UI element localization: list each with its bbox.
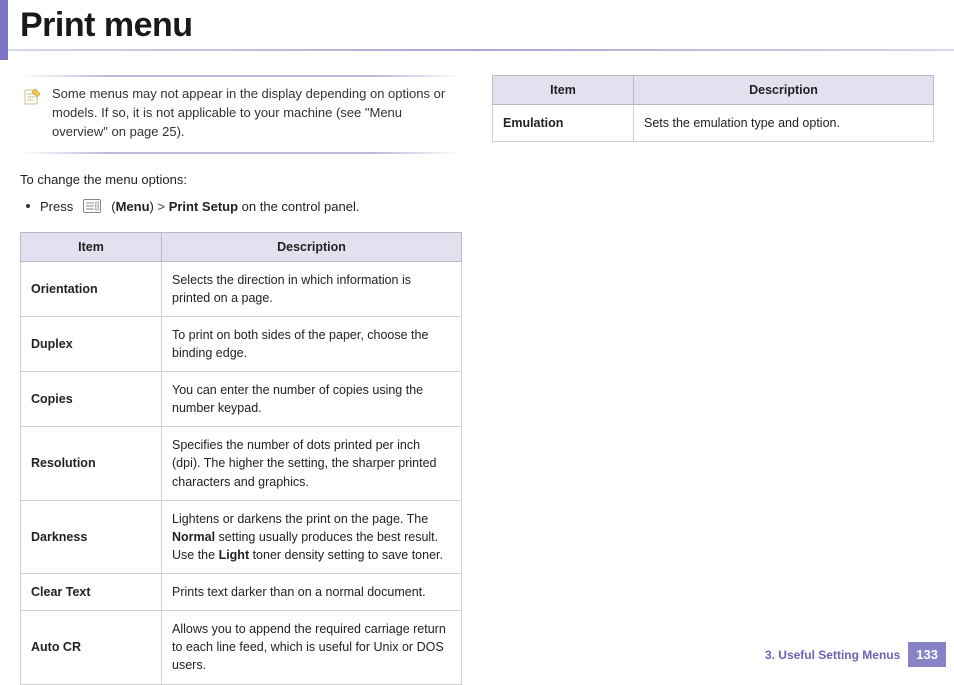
desc-cell: Prints text darker than on a normal docu… — [162, 574, 462, 611]
table-row: Clear Text Prints text darker than on a … — [21, 574, 462, 611]
intro-text: To change the menu options: — [20, 172, 462, 187]
desc-cell: Specifies the number of dots printed per… — [162, 427, 462, 500]
divider — [20, 152, 462, 154]
menu-icon — [83, 199, 101, 213]
title-divider — [0, 49, 954, 51]
desc-cell: You can enter the number of copies using… — [162, 372, 462, 427]
note-box: Some menus may not appear in the display… — [20, 75, 462, 154]
item-cell: Clear Text — [21, 574, 162, 611]
page-footer: 3. Useful Setting Menus 133 — [765, 642, 946, 667]
table-row: Resolution Specifies the number of dots … — [21, 427, 462, 500]
settings-table-right: Item Description Emulation Sets the emul… — [492, 75, 934, 142]
table-row: Emulation Sets the emulation type and op… — [493, 105, 934, 142]
col-header-item: Item — [21, 232, 162, 261]
left-column: Some menus may not appear in the display… — [20, 69, 462, 685]
table-row: Duplex To print on both sides of the pap… — [21, 316, 462, 371]
desc-cell: Lightens or darkens the print on the pag… — [162, 500, 462, 573]
page-title: Print menu — [0, 0, 954, 49]
item-cell: Emulation — [493, 105, 634, 142]
note-text: Some menus may not appear in the display… — [52, 85, 458, 142]
table-row: Orientation Selects the direction in whi… — [21, 261, 462, 316]
accent-stripe — [0, 0, 8, 60]
item-cell: Duplex — [21, 316, 162, 371]
item-cell: Orientation — [21, 261, 162, 316]
page-number: 133 — [908, 642, 946, 667]
item-cell: Copies — [21, 372, 162, 427]
col-header-desc: Description — [634, 76, 934, 105]
col-header-desc: Description — [162, 232, 462, 261]
step-press: Press — [40, 199, 73, 214]
col-header-item: Item — [493, 76, 634, 105]
desc-cell: Allows you to append the required carria… — [162, 611, 462, 684]
bullet-icon — [26, 204, 30, 208]
chapter-label: 3. Useful Setting Menus — [765, 648, 900, 662]
desc-cell: Sets the emulation type and option. — [634, 105, 934, 142]
desc-cell: To print on both sides of the paper, cho… — [162, 316, 462, 371]
table-row: Darkness Lightens or darkens the print o… — [21, 500, 462, 573]
note-icon — [22, 87, 42, 107]
item-cell: Auto CR — [21, 611, 162, 684]
item-cell: Resolution — [21, 427, 162, 500]
table-row: Auto CR Allows you to append the require… — [21, 611, 462, 684]
settings-table-left: Item Description Orientation Selects the… — [20, 232, 462, 685]
table-row: Copies You can enter the number of copie… — [21, 372, 462, 427]
item-cell: Darkness — [21, 500, 162, 573]
right-column: Item Description Emulation Sets the emul… — [492, 69, 934, 685]
instruction-step: Press (Menu) > Print Setup on the contro… — [20, 199, 462, 214]
step-menu: (Menu) > Print Setup on the control pane… — [111, 199, 359, 214]
desc-cell: Selects the direction in which informati… — [162, 261, 462, 316]
